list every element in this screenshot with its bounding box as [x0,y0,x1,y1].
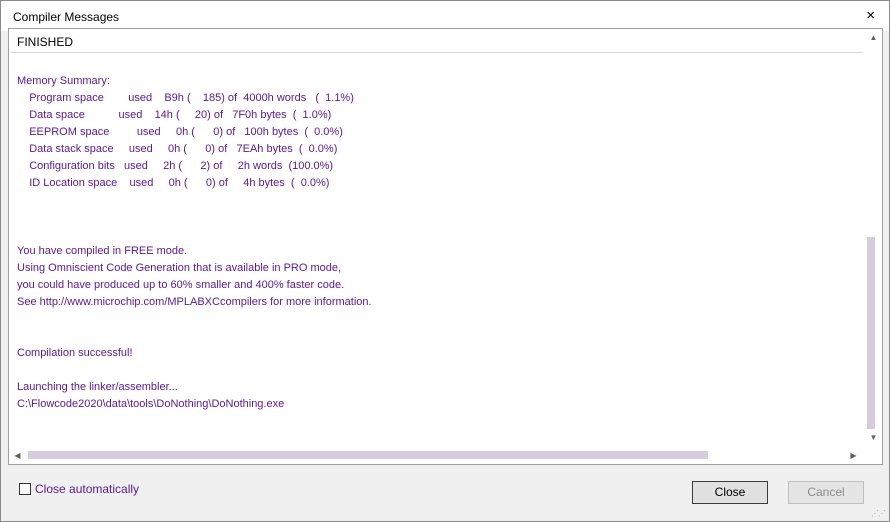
log-line: Program space used B9h ( 185) of 4000h w… [17,92,354,104]
close-automatically-option[interactable]: Close automatically [19,482,139,496]
resize-grip-icon[interactable]: ⋰⋰ [871,509,886,518]
log-line: you could have produced up to 60% smalle… [17,279,345,291]
horizontal-scroll-thumb[interactable] [28,451,708,459]
scroll-down-arrow-icon[interactable]: ▼ [865,433,882,443]
log-line: C:\Flowcode2020\data\tools\DoNothing\DoN… [17,398,285,410]
compiler-messages-window: Compiler Messages × FINISHED Memory Summ… [0,0,890,522]
log-line: Memory Summary: [17,75,110,87]
vertical-scroll-thumb[interactable] [867,237,875,429]
close-automatically-checkbox[interactable] [19,483,31,495]
messages-pane[interactable]: FINISHED Memory Summary: Program space u… [8,28,883,465]
log-line: Using Omniscient Code Generation that is… [17,262,342,274]
scroll-up-arrow-icon[interactable]: ▲ [865,33,882,43]
log-line: Data space used 14h ( 20) of 7F0h bytes … [17,109,332,121]
log-line: Configuration bits used 2h ( 2) of 2h wo… [17,160,334,172]
scroll-right-arrow-icon[interactable]: ▶ [845,451,862,461]
vertical-scrollbar[interactable]: ▲ ▼ [865,29,882,447]
title-bar: Compiler Messages × [1,1,889,31]
log-line: Data stack space used 0h ( 0) of 7EAh by… [17,143,338,155]
log-line: Launching the linker/assembler... [17,381,178,393]
log-line: EEPROM space used 0h ( 0) of 100h bytes … [17,126,343,138]
cancel-button[interactable]: Cancel [788,481,864,504]
status-header-text: FINISHED [17,35,74,49]
log-line: ID Location space used 0h ( 0) of 4h byt… [17,177,330,189]
compiler-output-log: Memory Summary: Program space used B9h (… [17,73,857,464]
close-button[interactable]: Close [692,481,768,504]
status-header: FINISHED [11,29,863,53]
horizontal-scrollbar[interactable]: ◀ ▶ [9,447,865,464]
scroll-left-arrow-icon[interactable]: ◀ [9,451,26,461]
log-line: You have compiled in FREE mode. [17,245,188,257]
close-icon[interactable]: × [866,8,875,23]
close-automatically-label[interactable]: Close automatically [35,482,139,496]
window-title: Compiler Messages [13,10,120,24]
log-line: See http://www.microchip.com/MPLABXCcomp… [17,296,372,308]
log-line: Compilation successful! [17,347,133,359]
